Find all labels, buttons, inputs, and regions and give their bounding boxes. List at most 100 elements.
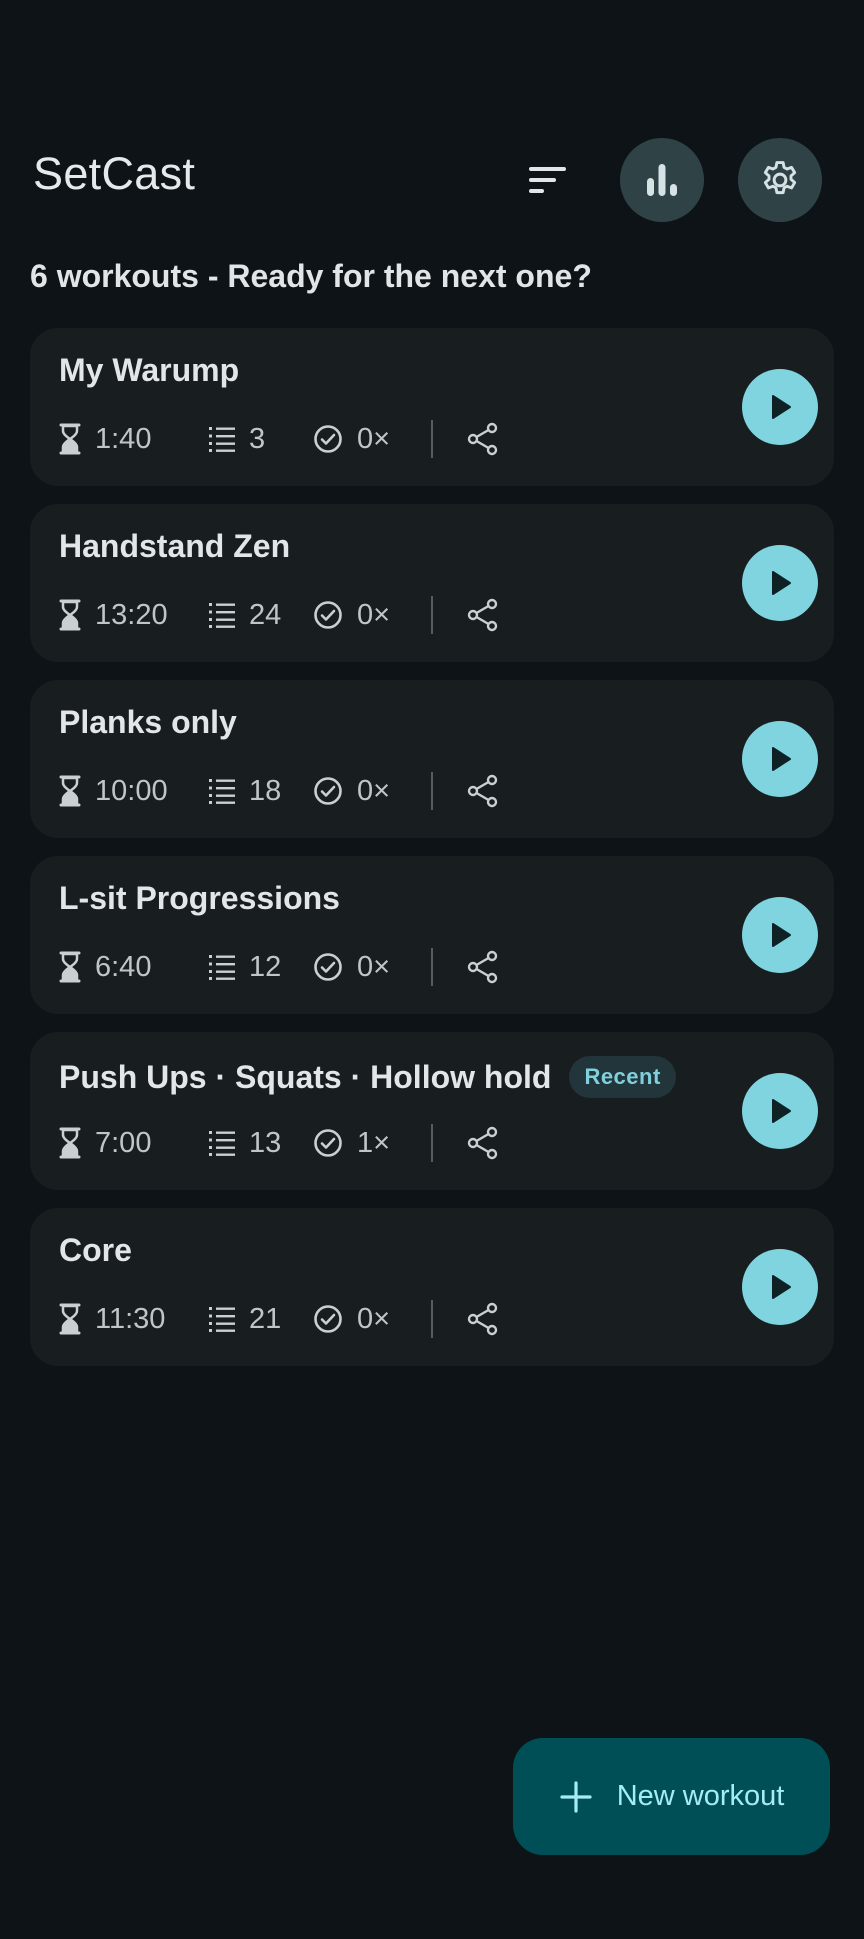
- workout-title-row: Core: [59, 1232, 132, 1269]
- share-button[interactable]: [467, 1302, 499, 1336]
- completions-value: 0×: [357, 598, 391, 631]
- bar-chart-icon: [647, 164, 677, 196]
- play-button[interactable]: [742, 369, 818, 445]
- list-icon: [209, 427, 235, 452]
- workout-name: Core: [59, 1232, 132, 1268]
- share-icon: [467, 598, 498, 632]
- play-icon: [772, 1099, 791, 1123]
- share-button[interactable]: [467, 950, 499, 984]
- completions-value: 0×: [357, 950, 391, 983]
- check-circle-icon: [314, 1305, 342, 1333]
- workout-meta: 7:00 13 1×: [59, 1123, 499, 1163]
- steps-value: 21: [249, 1302, 282, 1335]
- workout-count-summary: 6 workouts - Ready for the next one?: [30, 258, 592, 294]
- completions-value: 1×: [357, 1126, 391, 1159]
- completions: 0×: [313, 599, 431, 632]
- play-button[interactable]: [742, 897, 818, 973]
- steps-value: 13: [249, 1126, 282, 1159]
- divider: [431, 948, 433, 986]
- new-workout-button[interactable]: New workout: [513, 1738, 830, 1855]
- workout-title-row: L-sit Progressions: [59, 880, 340, 917]
- sort-button[interactable]: [506, 138, 590, 222]
- duration-value: 1:40: [95, 422, 152, 455]
- steps: 3: [209, 423, 313, 456]
- play-button[interactable]: [742, 545, 818, 621]
- duration: 6:40: [59, 951, 209, 984]
- share-button[interactable]: [467, 1126, 499, 1160]
- steps-value: 3: [249, 422, 266, 455]
- share-button[interactable]: [467, 774, 499, 808]
- hourglass-icon: [59, 599, 81, 631]
- play-icon: [772, 1275, 791, 1299]
- stats-button[interactable]: [620, 138, 704, 222]
- recent-badge: Recent: [569, 1056, 676, 1098]
- divider: [431, 772, 433, 810]
- play-button[interactable]: [742, 721, 818, 797]
- duration-value: 10:00: [95, 774, 168, 807]
- workout-card[interactable]: Push Ups · Squats · Hollow hold Recent 7…: [30, 1032, 834, 1190]
- completions: 0×: [313, 951, 431, 984]
- list-icon: [209, 603, 235, 628]
- check-circle-icon: [314, 1129, 342, 1157]
- workout-card[interactable]: Handstand Zen 13:20 24 0×: [30, 504, 834, 662]
- steps-value: 24: [249, 598, 282, 631]
- share-icon: [467, 1302, 498, 1336]
- hourglass-icon: [59, 775, 81, 807]
- share-icon: [467, 774, 498, 808]
- duration: 13:20: [59, 599, 209, 632]
- duration: 10:00: [59, 775, 209, 808]
- workout-name: Push Ups · Squats · Hollow hold: [59, 1058, 552, 1095]
- divider: [431, 1124, 433, 1162]
- workout-card[interactable]: Planks only 10:00 18 0×: [30, 680, 834, 838]
- completions: 0×: [313, 423, 431, 456]
- hourglass-icon: [59, 423, 81, 455]
- workout-card[interactable]: L-sit Progressions 6:40 12 0×: [30, 856, 834, 1014]
- top-actions: [506, 138, 822, 222]
- list-icon: [209, 1131, 235, 1156]
- workout-title-row: Planks only: [59, 704, 237, 741]
- workout-name: My Warump: [59, 352, 240, 388]
- divider: [431, 596, 433, 634]
- steps-value: 12: [249, 950, 282, 983]
- completions: 1×: [313, 1127, 431, 1160]
- share-icon: [467, 422, 498, 456]
- workout-meta: 13:20 24 0×: [59, 595, 499, 635]
- workout-meta: 1:40 3 0×: [59, 419, 499, 459]
- completions-value: 0×: [357, 1302, 391, 1335]
- completions-value: 0×: [357, 774, 391, 807]
- workout-meta: 11:30 21 0×: [59, 1299, 499, 1339]
- steps: 13: [209, 1127, 313, 1160]
- hourglass-icon: [59, 951, 81, 983]
- check-circle-icon: [314, 425, 342, 453]
- workout-card[interactable]: Core 11:30 21 0×: [30, 1208, 834, 1366]
- sort-icon: [529, 167, 566, 193]
- workout-list: My Warump 1:40 3 0× Handstand Zen 13:20 …: [30, 328, 834, 1384]
- share-icon: [467, 1126, 498, 1160]
- hourglass-icon: [59, 1127, 81, 1159]
- duration: 1:40: [59, 423, 209, 456]
- duration-value: 7:00: [95, 1126, 152, 1159]
- play-button[interactable]: [742, 1073, 818, 1149]
- share-button[interactable]: [467, 598, 499, 632]
- plus-icon: [560, 1780, 592, 1813]
- hourglass-icon: [59, 1303, 81, 1335]
- list-icon: [209, 955, 235, 980]
- divider: [431, 420, 433, 458]
- settings-button[interactable]: [738, 138, 822, 222]
- play-button[interactable]: [742, 1249, 818, 1325]
- steps: 21: [209, 1303, 313, 1336]
- list-icon: [209, 779, 235, 804]
- gear-icon: [763, 161, 797, 195]
- workout-name: Planks only: [59, 704, 237, 740]
- workout-card[interactable]: My Warump 1:40 3 0×: [30, 328, 834, 486]
- workout-name: L-sit Progressions: [59, 880, 340, 916]
- workout-name: Handstand Zen: [59, 528, 291, 564]
- check-circle-icon: [314, 601, 342, 629]
- check-circle-icon: [314, 777, 342, 805]
- duration-value: 13:20: [95, 598, 168, 631]
- steps: 12: [209, 951, 313, 984]
- workout-title-row: Push Ups · Squats · Hollow hold Recent: [59, 1056, 676, 1098]
- share-button[interactable]: [467, 422, 499, 456]
- workout-meta: 10:00 18 0×: [59, 771, 499, 811]
- share-icon: [467, 950, 498, 984]
